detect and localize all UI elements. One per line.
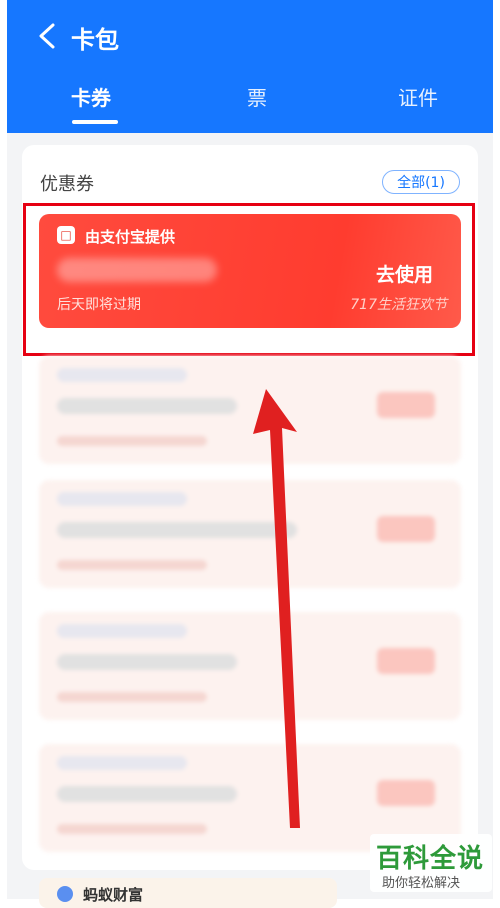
annotation-arrow	[253, 389, 300, 828]
watermark-title: 百科全说	[376, 844, 485, 874]
watermark-subtitle: 助你轻松解决	[382, 876, 461, 891]
arrow-icon	[253, 389, 300, 828]
watermark: 百科全说 助你轻松解决	[370, 834, 492, 892]
